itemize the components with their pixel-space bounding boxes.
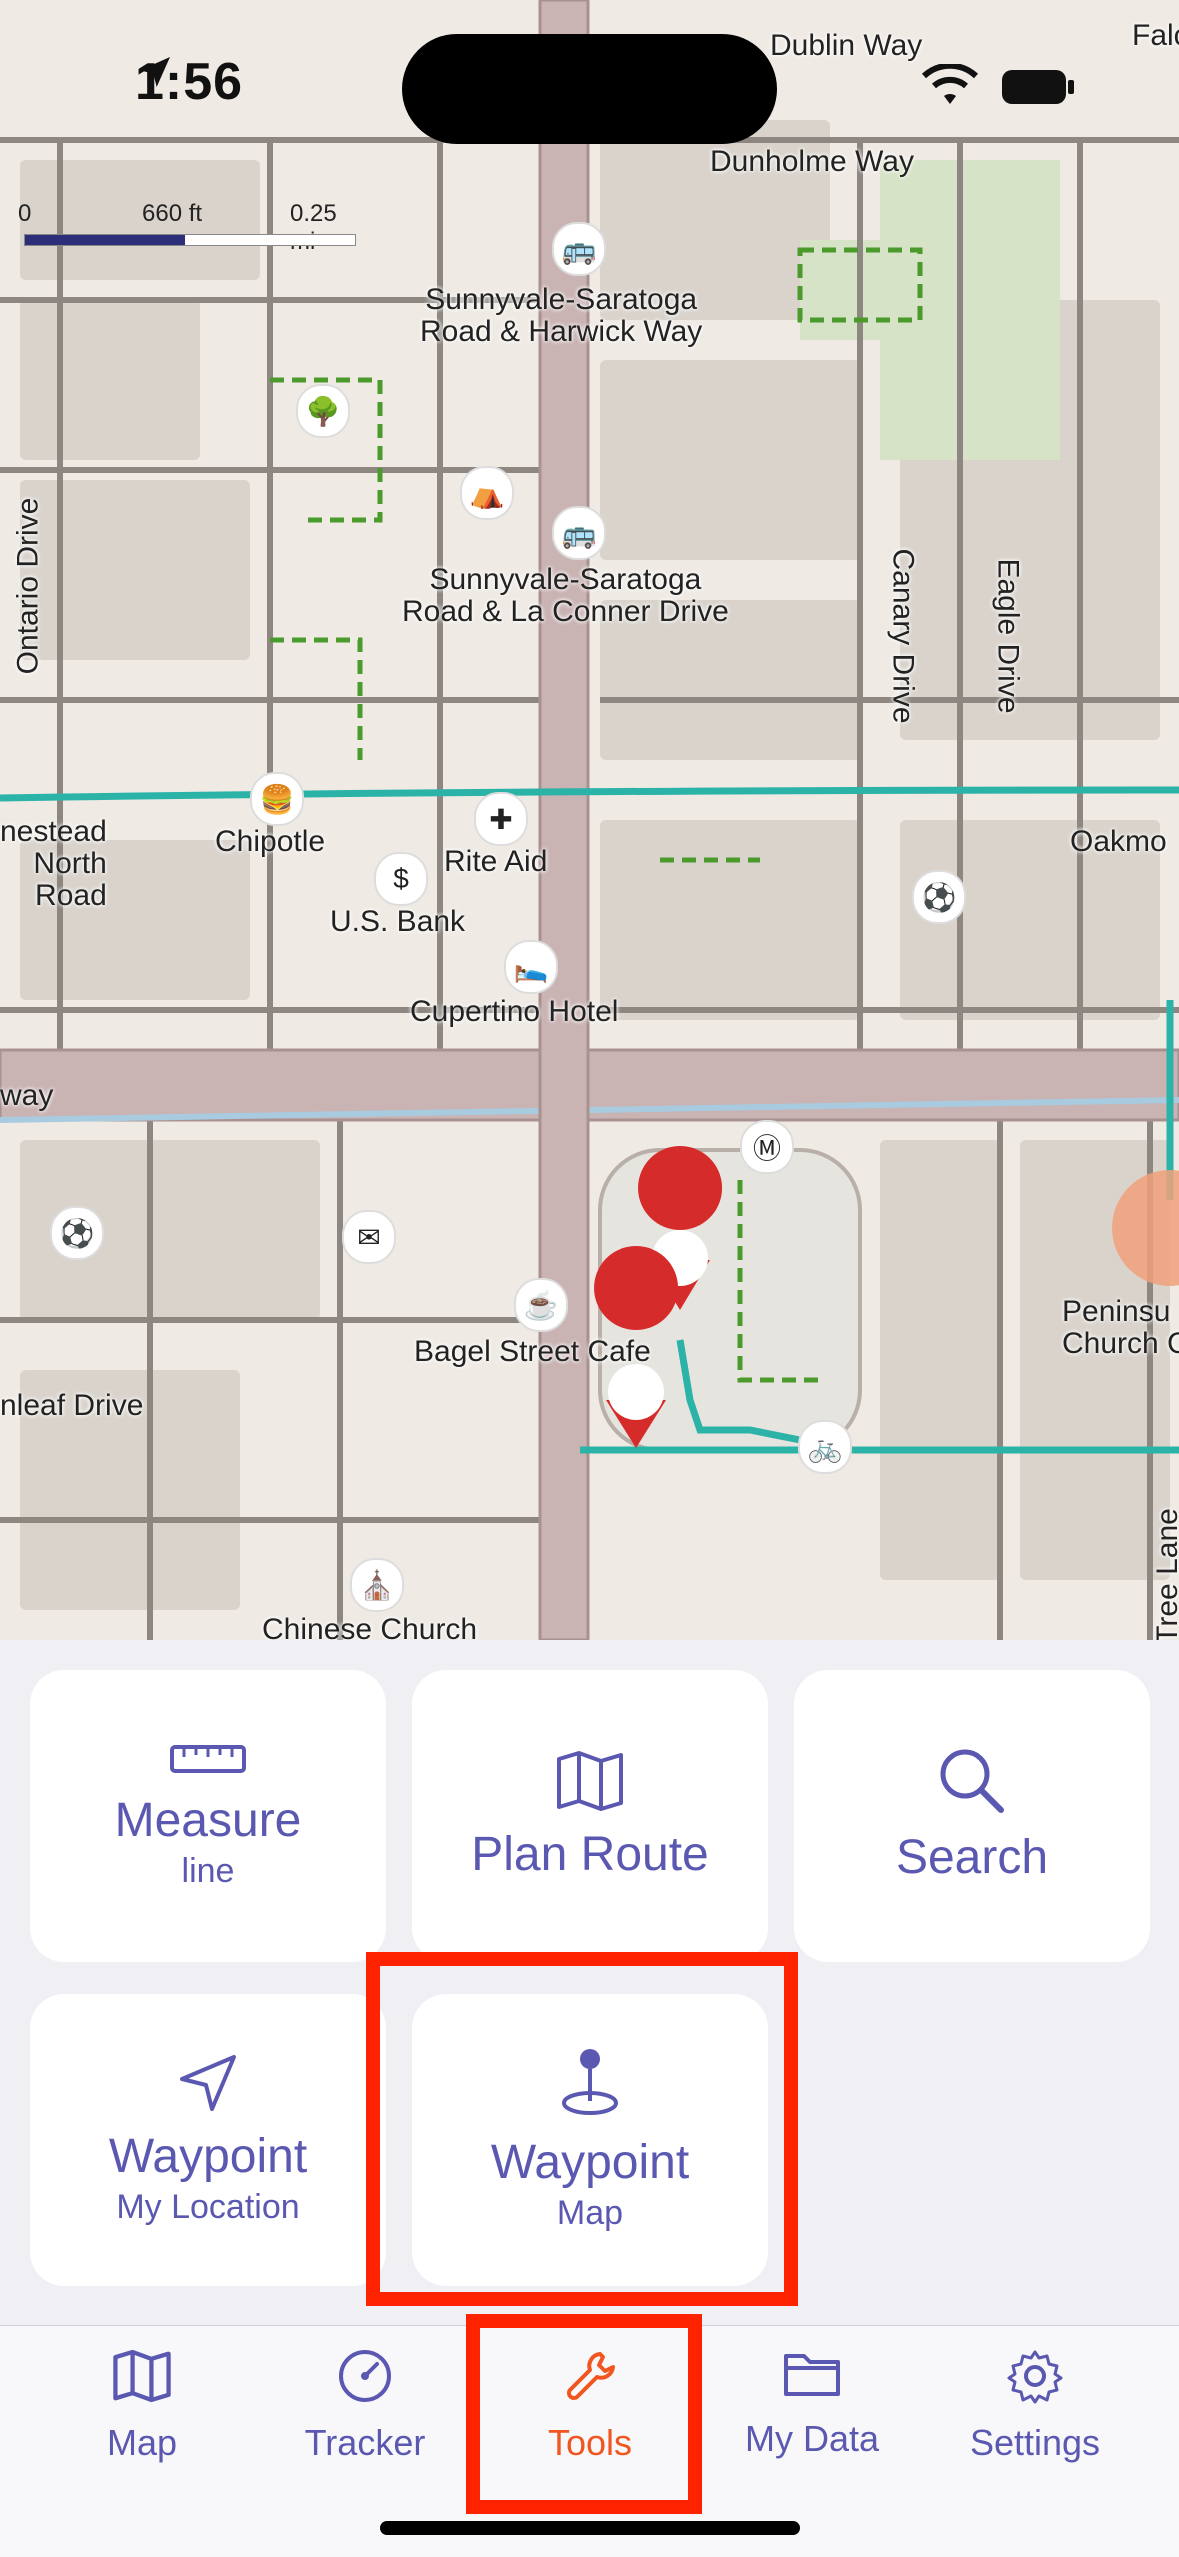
wifi-icon xyxy=(921,64,979,104)
church-icon[interactable]: ⛪ xyxy=(350,1558,404,1612)
fast-food-icon[interactable]: 🍔 xyxy=(250,772,304,826)
map-label-peninsula-church: Peninsu Church C xyxy=(1062,1295,1179,1360)
map-label-canary-drive: Canary Drive xyxy=(886,548,920,724)
bank-icon[interactable]: $ xyxy=(374,852,428,906)
map-label-ontario-drive: Ontario Drive xyxy=(11,497,45,675)
cafe-icon[interactable]: ☕ xyxy=(514,1278,568,1332)
map-label-bagel-street-cafe: Bagel Street Cafe xyxy=(414,1335,651,1368)
hotel-icon[interactable]: 🛌 xyxy=(504,940,558,994)
plan-route-button[interactable]: Plan Route xyxy=(412,1670,768,1962)
status-bar: 1:56 xyxy=(0,0,1179,150)
map-label-us-bank: U.S. Bank xyxy=(330,905,466,938)
park-icon[interactable]: 🌳 xyxy=(296,384,350,438)
home-indicator[interactable] xyxy=(380,2521,800,2535)
tennis-icon[interactable]: ⚽ xyxy=(912,870,966,924)
folder-icon xyxy=(784,2354,840,2396)
map-label-homestead-road: nestead North Road xyxy=(0,815,107,912)
map-label-oakmont: Oakmo xyxy=(1070,825,1167,858)
tab-settings[interactable]: Settings xyxy=(935,2348,1135,2464)
transit-icon[interactable]: Ⓜ xyxy=(740,1120,794,1174)
speedometer-icon xyxy=(339,2350,391,2402)
map-label-dunholme-way: Dunholme Way xyxy=(710,145,914,178)
location-arrow-icon xyxy=(180,2055,236,2111)
map-icon xyxy=(113,2349,171,2403)
plan-route-title: Plan Route xyxy=(471,1828,709,1881)
map-label-rite-aid: Rite Aid xyxy=(444,845,548,878)
bus-stop-label-harwick: Sunnyvale-Saratoga Road & Harwick Way xyxy=(420,283,703,348)
waypoint-location-title: Waypoint xyxy=(108,2130,308,2183)
map-label-tree-lane: Tree Lane xyxy=(1150,1508,1179,1640)
tab-tracker-label: Tracker xyxy=(304,2422,426,2463)
measure-subtitle: line xyxy=(181,1852,235,1890)
ruler-icon xyxy=(170,1745,246,1773)
bus-stop-icon[interactable]: 🚌 xyxy=(552,222,606,276)
scale-mid: 660 ft xyxy=(142,200,203,227)
scale-end: 0.25 mi xyxy=(290,200,337,255)
search-title: Search xyxy=(895,1831,1049,1884)
measure-title: Measure xyxy=(114,1794,302,1847)
waypoint-map-highlight xyxy=(366,1952,798,2306)
search-button[interactable]: Search xyxy=(794,1670,1150,1962)
tools-panel: Measure line Plan Route Search Waypoint … xyxy=(0,1640,1179,2325)
dynamic-island xyxy=(402,34,777,144)
status-time: 1:56 xyxy=(135,53,244,111)
map-label-cupertino-hotel: Cupertino Hotel xyxy=(410,995,619,1028)
bus-stop-label-la-conner: Sunnyvale-Saratoga Road & La Conner Drive xyxy=(402,563,729,628)
playground-icon[interactable]: ⛺ xyxy=(460,466,514,520)
map-label-freeway: way xyxy=(0,1079,54,1112)
tab-tracker[interactable]: Tracker xyxy=(265,2348,465,2464)
bicycle-icon[interactable]: 🚲 xyxy=(798,1420,852,1474)
battery-icon xyxy=(1002,70,1074,104)
scale-zero: 0 xyxy=(18,200,32,227)
map-label-leaf-drive: nleaf Drive xyxy=(0,1389,144,1422)
pharmacy-icon[interactable]: ✚ xyxy=(474,792,528,846)
tab-settings-label: Settings xyxy=(969,2422,1101,2463)
post-office-icon[interactable]: ✉ xyxy=(342,1210,396,1264)
measure-line-button[interactable]: Measure line xyxy=(30,1670,386,1962)
map-icon xyxy=(557,1751,623,1811)
tab-map-label: Map xyxy=(106,2422,178,2463)
gear-icon xyxy=(1007,2350,1063,2404)
tab-my-data[interactable]: My Data xyxy=(712,2348,912,2460)
scale-bar xyxy=(24,234,356,246)
bus-stop-icon[interactable]: 🚌 xyxy=(552,506,606,560)
tab-my-data-label: My Data xyxy=(744,2418,880,2459)
tab-tools-highlight xyxy=(466,2314,702,2514)
tennis-icon[interactable]: ⚽ xyxy=(50,1206,104,1260)
waypoint-my-location-button[interactable]: Waypoint My Location xyxy=(30,1994,386,2286)
map-label-chipotle: Chipotle xyxy=(215,825,326,858)
map-label-chinese-church: Chinese Church xyxy=(262,1613,478,1641)
map-label-eagle-drive: Eagle Drive xyxy=(991,558,1025,714)
map-view[interactable]: Dublin Way Dunholme Way Falc Sunnyvale-S… xyxy=(0,0,1179,1640)
waypoint-location-subtitle: My Location xyxy=(116,2188,300,2226)
search-icon xyxy=(940,1749,1004,1813)
location-services-icon xyxy=(140,57,170,87)
tab-map[interactable]: Map xyxy=(42,2348,242,2464)
